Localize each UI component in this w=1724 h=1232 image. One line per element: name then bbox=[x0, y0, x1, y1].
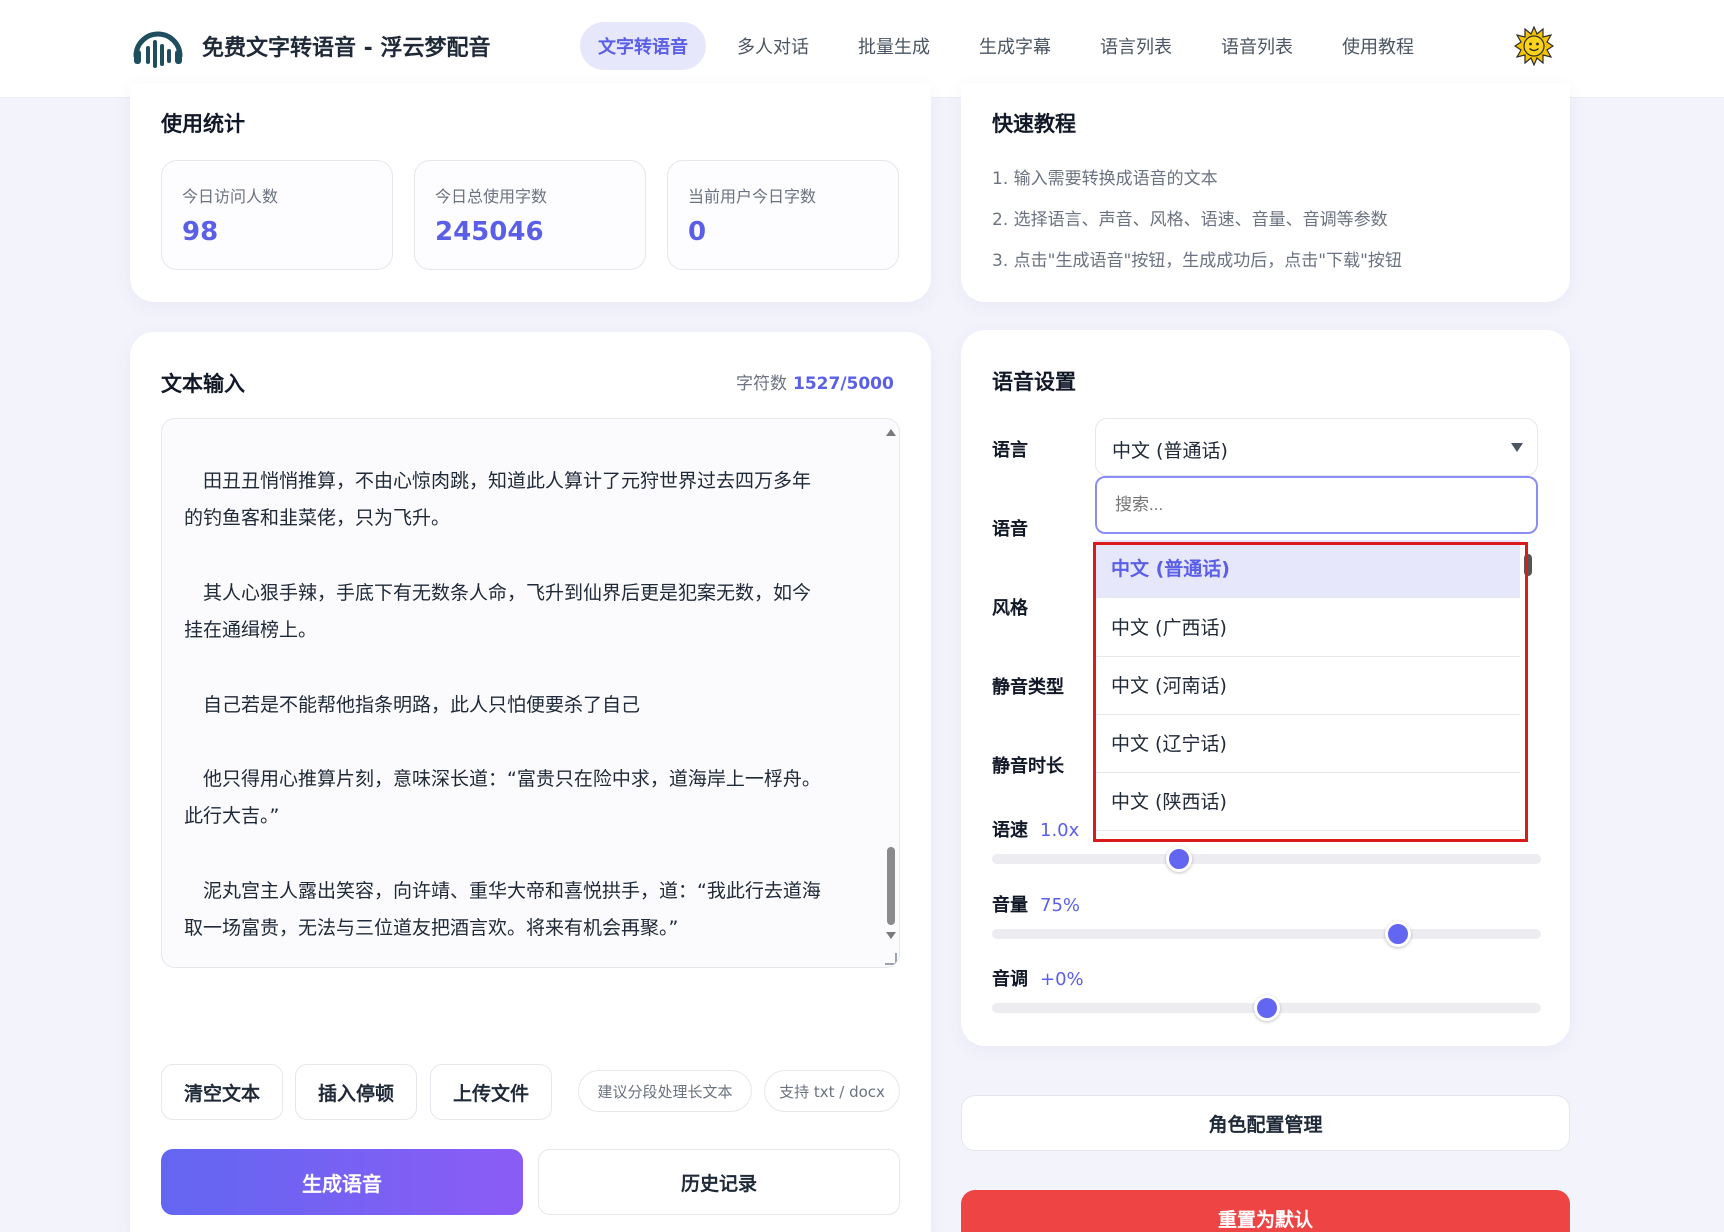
nav-generate-subtitles[interactable]: 生成字幕 bbox=[961, 22, 1069, 70]
scroll-thumb[interactable] bbox=[887, 847, 895, 925]
nav-batch-generate[interactable]: 批量生成 bbox=[840, 22, 948, 70]
language-option[interactable]: 中文 (河南话) bbox=[1095, 657, 1520, 715]
resize-handle-icon[interactable] bbox=[885, 953, 897, 965]
clear-text-button[interactable]: 清空文本 bbox=[161, 1064, 283, 1120]
stat-value: 245046 bbox=[435, 217, 544, 247]
scroll-up-arrow-icon[interactable] bbox=[886, 429, 896, 436]
volume-label-text: 音量 bbox=[992, 895, 1028, 916]
stat-value: 98 bbox=[182, 217, 219, 247]
text-line: 泥丸宫主人露出笑容，向许靖、重华大帝和喜悦拱手，道：“我此行去道海 bbox=[184, 880, 821, 902]
text-paragraph: 泥丸宫主人露出笑容，向许靖、重华大帝和喜悦拱手，道：“我此行去道海 取一场富贵，… bbox=[184, 873, 864, 947]
text-line: 的钓鱼客和韭菜佬，只为飞升。 bbox=[184, 507, 451, 529]
text-line: 其人心狠手辣，手底下有无数条人命，飞升到仙界后更是犯案无数，如今 bbox=[184, 582, 812, 604]
stat-visitors: 今日访问人数 98 bbox=[161, 160, 393, 270]
stat-label: 当前用户今日字数 bbox=[688, 187, 817, 206]
sun-icon[interactable] bbox=[1514, 26, 1554, 66]
text-paragraph: 田丑丑悄悄推算，不由心惊肉跳，知道此人算计了元狩世界过去四万多年 的钓鱼客和韭菜… bbox=[184, 463, 864, 537]
scroll-down-arrow-icon[interactable] bbox=[886, 932, 896, 939]
pitch-label-text: 音调 bbox=[992, 969, 1028, 990]
text-paragraph: 自己若是不能帮他指条明路，此人只怕便要杀了自己 bbox=[184, 687, 864, 724]
text-line: 挂在通缉榜上。 bbox=[184, 619, 318, 641]
silence-duration-label: 静音时长 bbox=[992, 756, 1064, 777]
tutorial-step: 3. 点击"生成语音"按钮，生成成功后，点击"下载"按钮 bbox=[992, 251, 1402, 271]
text-input-title: 文本输入 bbox=[161, 372, 245, 396]
language-option[interactable]: 中文 (辽宁话) bbox=[1095, 715, 1520, 773]
nav-tutorial[interactable]: 使用教程 bbox=[1324, 22, 1432, 70]
text-line: 他只得用心推算片刻，意味深长道：“富贵只在险中求，道海岸上一桴舟。 bbox=[184, 768, 821, 790]
pitch-label: 音调 +0% bbox=[992, 965, 1084, 991]
language-option[interactable]: 中文 (普通话) bbox=[1095, 540, 1520, 598]
text-paragraph: 他只得用心推算片刻，意味深长道：“富贵只在险中求，道海岸上一桴舟。 此行大吉。” bbox=[184, 761, 864, 835]
nav-text-to-speech[interactable]: 文字转语音 bbox=[580, 22, 706, 70]
nav-multi-dialogue[interactable]: 多人对话 bbox=[719, 22, 827, 70]
tutorial-title: 快速教程 bbox=[992, 112, 1076, 136]
rate-slider-thumb[interactable] bbox=[1165, 846, 1192, 872]
generate-speech-button[interactable]: 生成语音 bbox=[161, 1149, 523, 1215]
volume-value: 75% bbox=[1040, 895, 1081, 916]
volume-slider[interactable] bbox=[992, 921, 1541, 947]
insert-pause-button[interactable]: 插入停顿 bbox=[295, 1064, 417, 1120]
rate-slider[interactable] bbox=[992, 846, 1541, 872]
language-option[interactable]: 中文 (广西话) bbox=[1095, 599, 1520, 657]
upload-file-button[interactable]: 上传文件 bbox=[430, 1064, 552, 1120]
language-option[interactable]: 中文 (陕西话) bbox=[1095, 773, 1520, 831]
role-config-button[interactable]: 角色配置管理 bbox=[961, 1095, 1570, 1151]
pitch-value: +0% bbox=[1040, 969, 1084, 990]
chevron-down-icon bbox=[1511, 443, 1523, 452]
rate-value: 1.0x bbox=[1040, 820, 1080, 841]
language-label: 语言 bbox=[992, 440, 1028, 461]
stat-user-chars: 当前用户今日字数 0 bbox=[667, 160, 899, 270]
voice-label: 语音 bbox=[992, 519, 1028, 540]
dropdown-scrollbar[interactable] bbox=[1522, 540, 1534, 840]
soundwave-logo-icon[interactable] bbox=[130, 22, 186, 72]
hint-file-types: 支持 txt / docx bbox=[764, 1070, 900, 1112]
text-input-area[interactable]: 田丑丑悄悄推算，不由心惊肉跳，知道此人算计了元狩世界过去四万多年 的钓鱼客和韭菜… bbox=[161, 418, 900, 968]
char-count: 字符数 1527/5000 bbox=[736, 369, 894, 394]
language-selected-value: 中文 (普通话) bbox=[1112, 440, 1228, 462]
text-line: 取一场富贵，无法与三位道友把酒言欢。将来有机会再聚。” bbox=[184, 917, 679, 939]
text-scrollbar[interactable] bbox=[883, 419, 899, 967]
history-button[interactable]: 历史记录 bbox=[538, 1149, 900, 1215]
silence-type-label: 静音类型 bbox=[992, 677, 1064, 698]
pitch-slider[interactable] bbox=[992, 995, 1541, 1021]
nav-voice-list[interactable]: 语音列表 bbox=[1203, 22, 1311, 70]
language-select[interactable]: 中文 (普通话) bbox=[1095, 418, 1538, 476]
language-dropdown-list: 中文 (普通话) 中文 (广西话) 中文 (河南话) 中文 (辽宁话) 中文 (… bbox=[1095, 540, 1528, 845]
app-title[interactable]: 免费文字转语音 - 浮云梦配音 bbox=[202, 30, 490, 62]
reset-default-button[interactable]: 重置为默认 bbox=[961, 1190, 1570, 1232]
text-line: 田丑丑悄悄推算，不由心惊肉跳，知道此人算计了元狩世界过去四万多年 bbox=[184, 470, 812, 492]
voice-settings-title: 语音设置 bbox=[992, 370, 1076, 394]
tutorial-step: 1. 输入需要转换成语音的文本 bbox=[992, 169, 1218, 189]
volume-label: 音量 75% bbox=[992, 891, 1080, 917]
text-line: 此行大吉。” bbox=[184, 805, 280, 827]
main-nav: 文字转语音 多人对话 批量生成 生成字幕 语言列表 语音列表 使用教程 bbox=[580, 22, 1445, 70]
stat-label: 今日访问人数 bbox=[182, 187, 279, 206]
hint-long-text: 建议分段处理长文本 bbox=[578, 1070, 752, 1112]
char-count-label: 字符数 bbox=[736, 374, 787, 394]
stat-label: 今日总使用字数 bbox=[435, 187, 548, 206]
tutorial-step: 2. 选择语言、声音、风格、语速、音量、音调等参数 bbox=[992, 210, 1388, 230]
language-search-input[interactable] bbox=[1095, 476, 1538, 534]
text-line: 自己若是不能帮他指条明路，此人只怕便要杀了自己 bbox=[184, 694, 641, 716]
text-paragraph: 其人心狠手辣，手底下有无数条人命，飞升到仙界后更是犯案无数，如今 挂在通缉榜上。 bbox=[184, 575, 864, 649]
dropdown-scroll-thumb[interactable] bbox=[1524, 554, 1532, 576]
pitch-slider-thumb[interactable] bbox=[1253, 995, 1280, 1021]
stat-value: 0 bbox=[688, 217, 707, 247]
rate-label-text: 语速 bbox=[992, 820, 1028, 841]
rate-label: 语速 1.0x bbox=[992, 816, 1079, 842]
stat-total-chars: 今日总使用字数 245046 bbox=[414, 160, 646, 270]
char-count-value: 1527/5000 bbox=[793, 374, 894, 394]
nav-language-list[interactable]: 语言列表 bbox=[1082, 22, 1190, 70]
stats-title: 使用统计 bbox=[161, 112, 245, 136]
style-label: 风格 bbox=[992, 598, 1028, 619]
